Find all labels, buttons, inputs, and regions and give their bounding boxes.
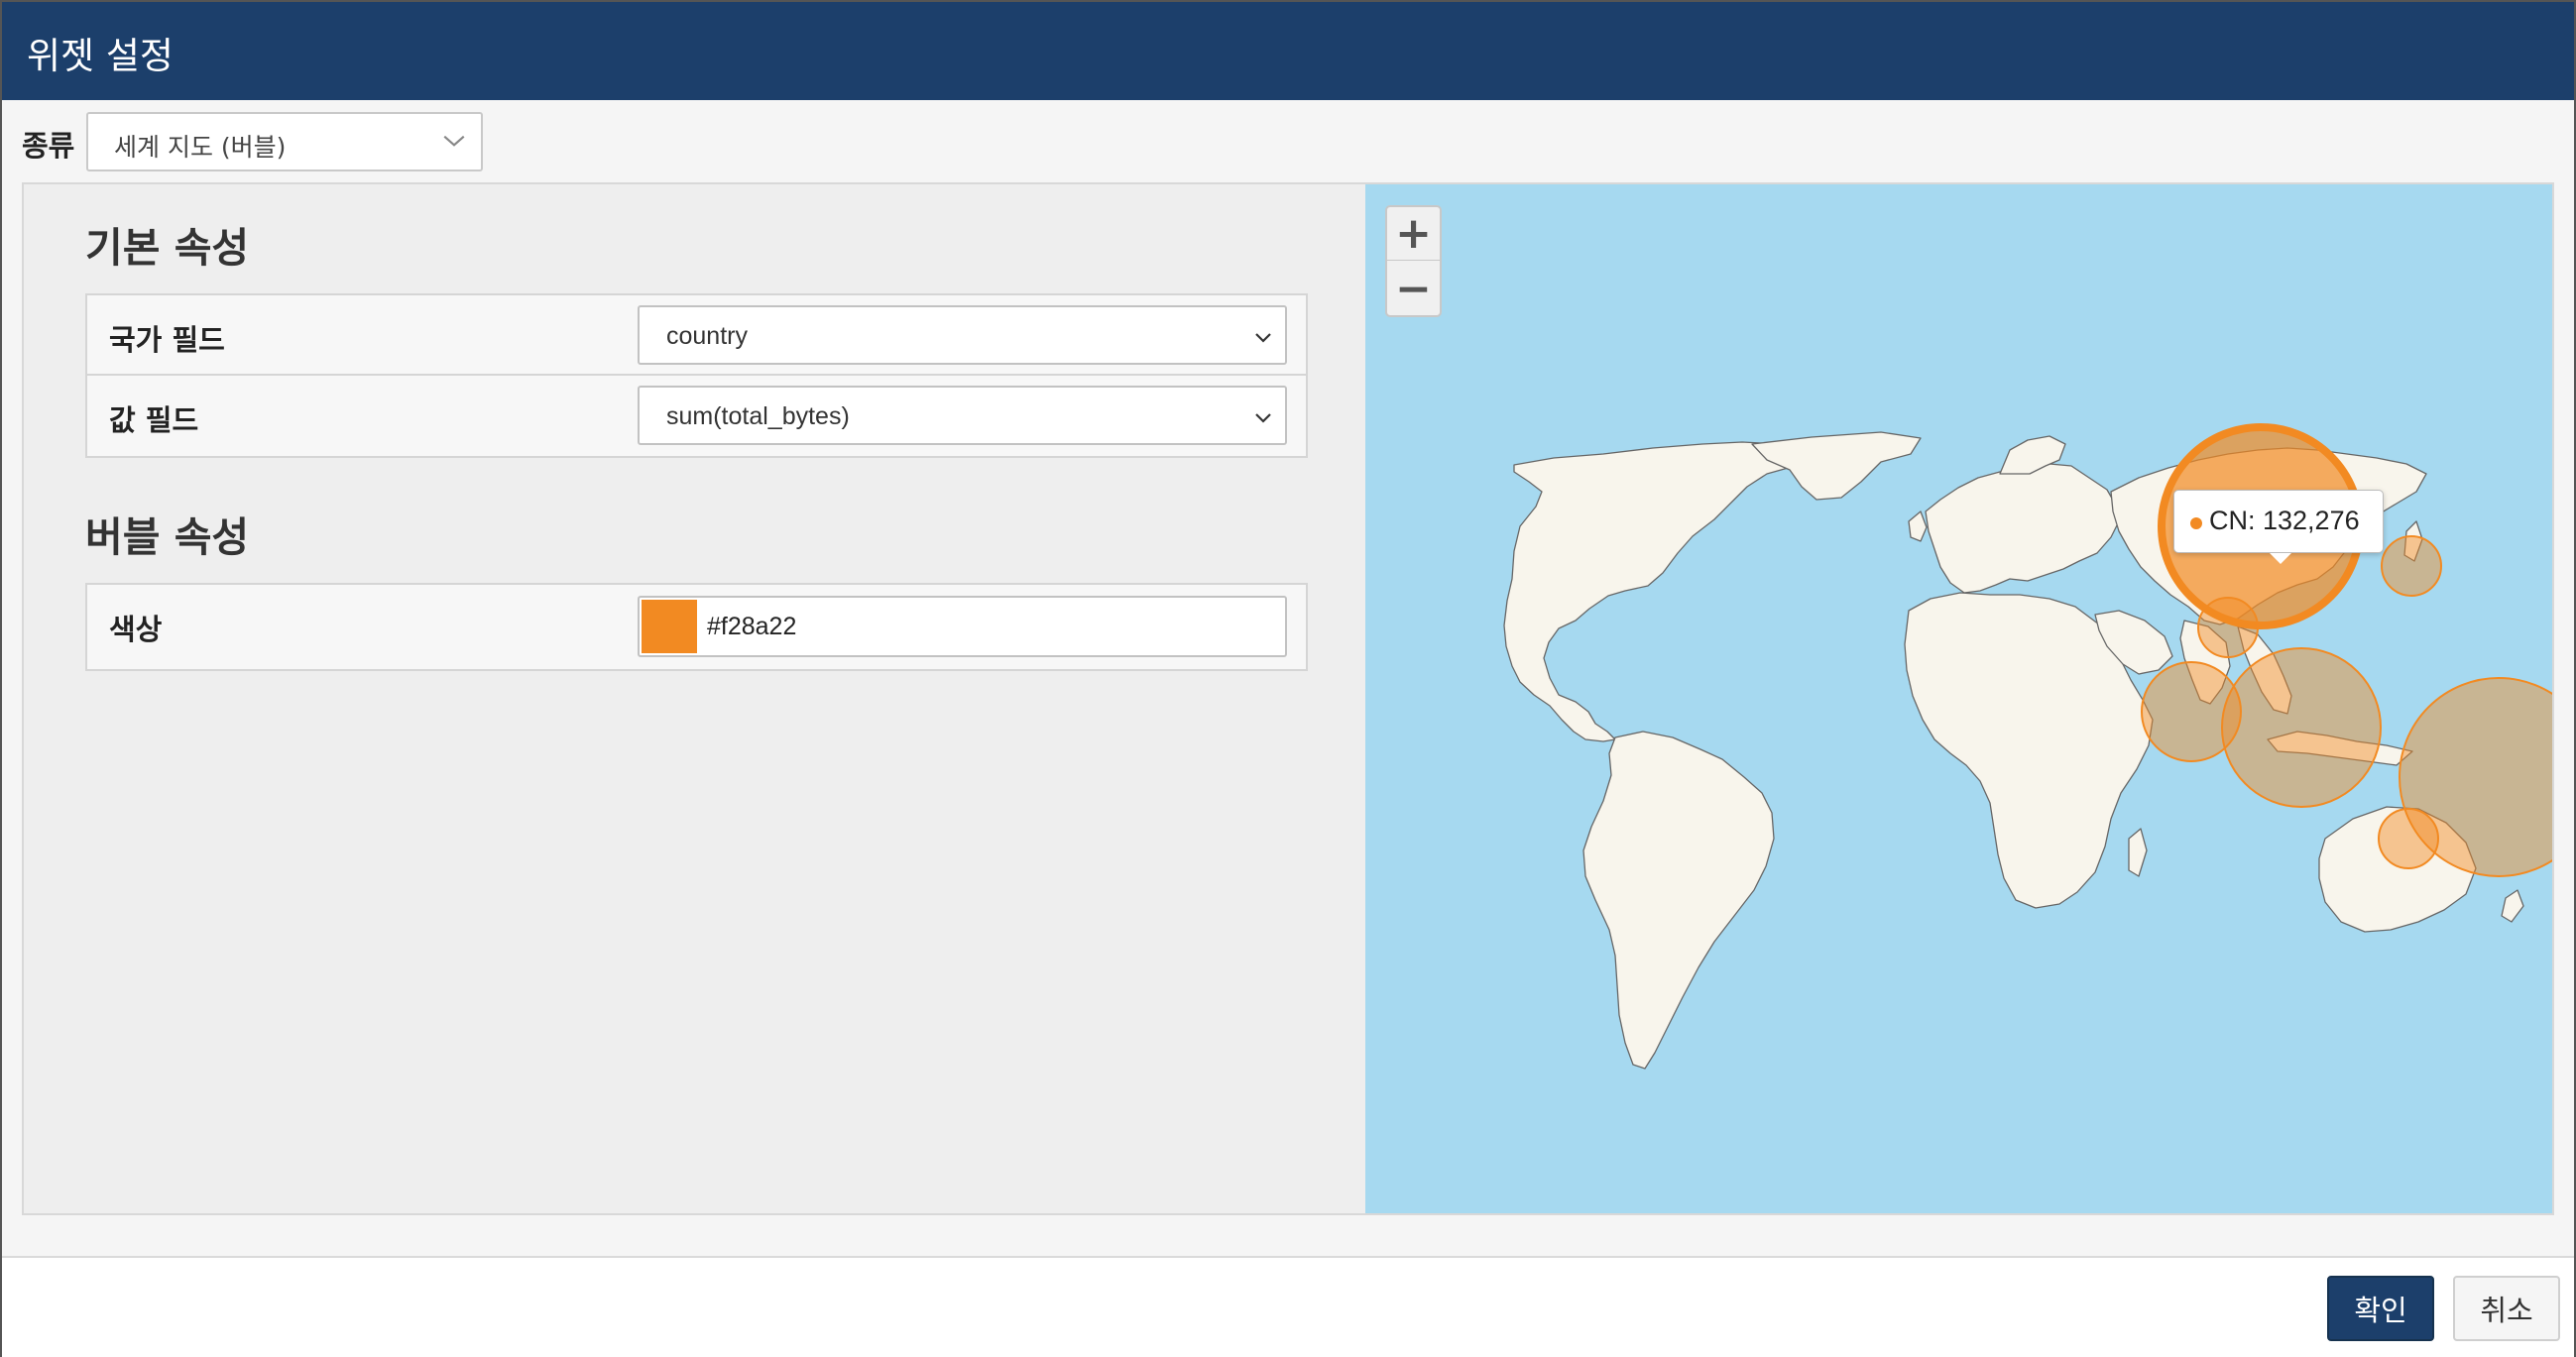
basic-props-table: 국가 필드 country 값 필드 sum(total_bytes) [85, 293, 1308, 458]
cancel-button[interactable]: 취소 [2453, 1276, 2560, 1341]
chevron-down-icon [1255, 413, 1271, 423]
bubble-au-small [2378, 808, 2439, 869]
bubble-props-title: 버블 속성 [85, 513, 250, 561]
dialog-header: 위젯 설정 [2, 2, 2574, 100]
color-input[interactable]: #f28a22 [638, 596, 1287, 657]
type-select-value: 세계 지도 (버블) [114, 133, 287, 162]
bubble-sea [2221, 647, 2382, 808]
value-field-select[interactable]: sum(total_bytes) [638, 386, 1287, 445]
chevron-down-icon [443, 135, 465, 147]
zoom-in-button[interactable]: + [1387, 207, 1440, 261]
type-label: 종류 [22, 129, 75, 163]
world-map-svg[interactable] [1365, 184, 2552, 1213]
country-field-select[interactable]: country [638, 305, 1287, 365]
land-uk [1908, 510, 1928, 542]
properties-pane: 기본 속성 국가 필드 country 값 필드 sum(total_bytes… [24, 184, 1365, 1213]
bubble-props-table: 색상 #f28a22 [85, 583, 1308, 671]
dialog-footer: 확인 취소 [2, 1256, 2574, 1357]
tooltip-dot [2190, 517, 2202, 529]
land-madagascar [2128, 828, 2148, 877]
zoom-control: + − [1385, 205, 1442, 317]
type-select[interactable]: 세계 지도 (버블) [86, 112, 483, 171]
map-tooltip: CN: 132,276 [2173, 490, 2384, 564]
land-new-zealand [2501, 889, 2524, 923]
chevron-down-icon [1255, 333, 1271, 343]
basic-props-title: 기본 속성 [85, 224, 250, 272]
ok-button[interactable]: 확인 [2327, 1276, 2434, 1341]
country-field-row: 국가 필드 country [87, 295, 1306, 376]
dialog-title: 위젯 설정 [27, 35, 174, 77]
tooltip-arrow [2270, 553, 2291, 564]
value-field-row: 값 필드 sum(total_bytes) [87, 376, 1306, 456]
tooltip-text: CN: 132,276 [2209, 506, 2360, 535]
color-value: #f28a22 [707, 613, 797, 640]
color-row: 색상 #f28a22 [87, 585, 1306, 669]
country-field-value: country [666, 322, 748, 350]
value-field-label: 값 필드 [109, 403, 199, 437]
widget-settings-dialog: 위젯 설정 종류 세계 지도 (버블) 기본 속성 국가 필드 country … [0, 0, 2576, 1357]
land-north-america [1503, 441, 1803, 742]
land-south-america [1582, 731, 1775, 1070]
color-label: 색상 [109, 613, 163, 646]
land-europe [1925, 463, 2120, 594]
world-map[interactable]: + − CN: 132,276 [1365, 184, 2552, 1213]
country-field-label: 국가 필드 [109, 323, 225, 357]
settings-content: 기본 속성 국가 필드 country 값 필드 sum(total_bytes… [22, 182, 2554, 1215]
bubble-in [2197, 597, 2259, 658]
color-swatch[interactable] [642, 600, 697, 653]
zoom-out-button[interactable]: − [1387, 263, 1440, 316]
value-field-value: sum(total_bytes) [666, 402, 850, 430]
bubble-jp [2381, 535, 2442, 597]
